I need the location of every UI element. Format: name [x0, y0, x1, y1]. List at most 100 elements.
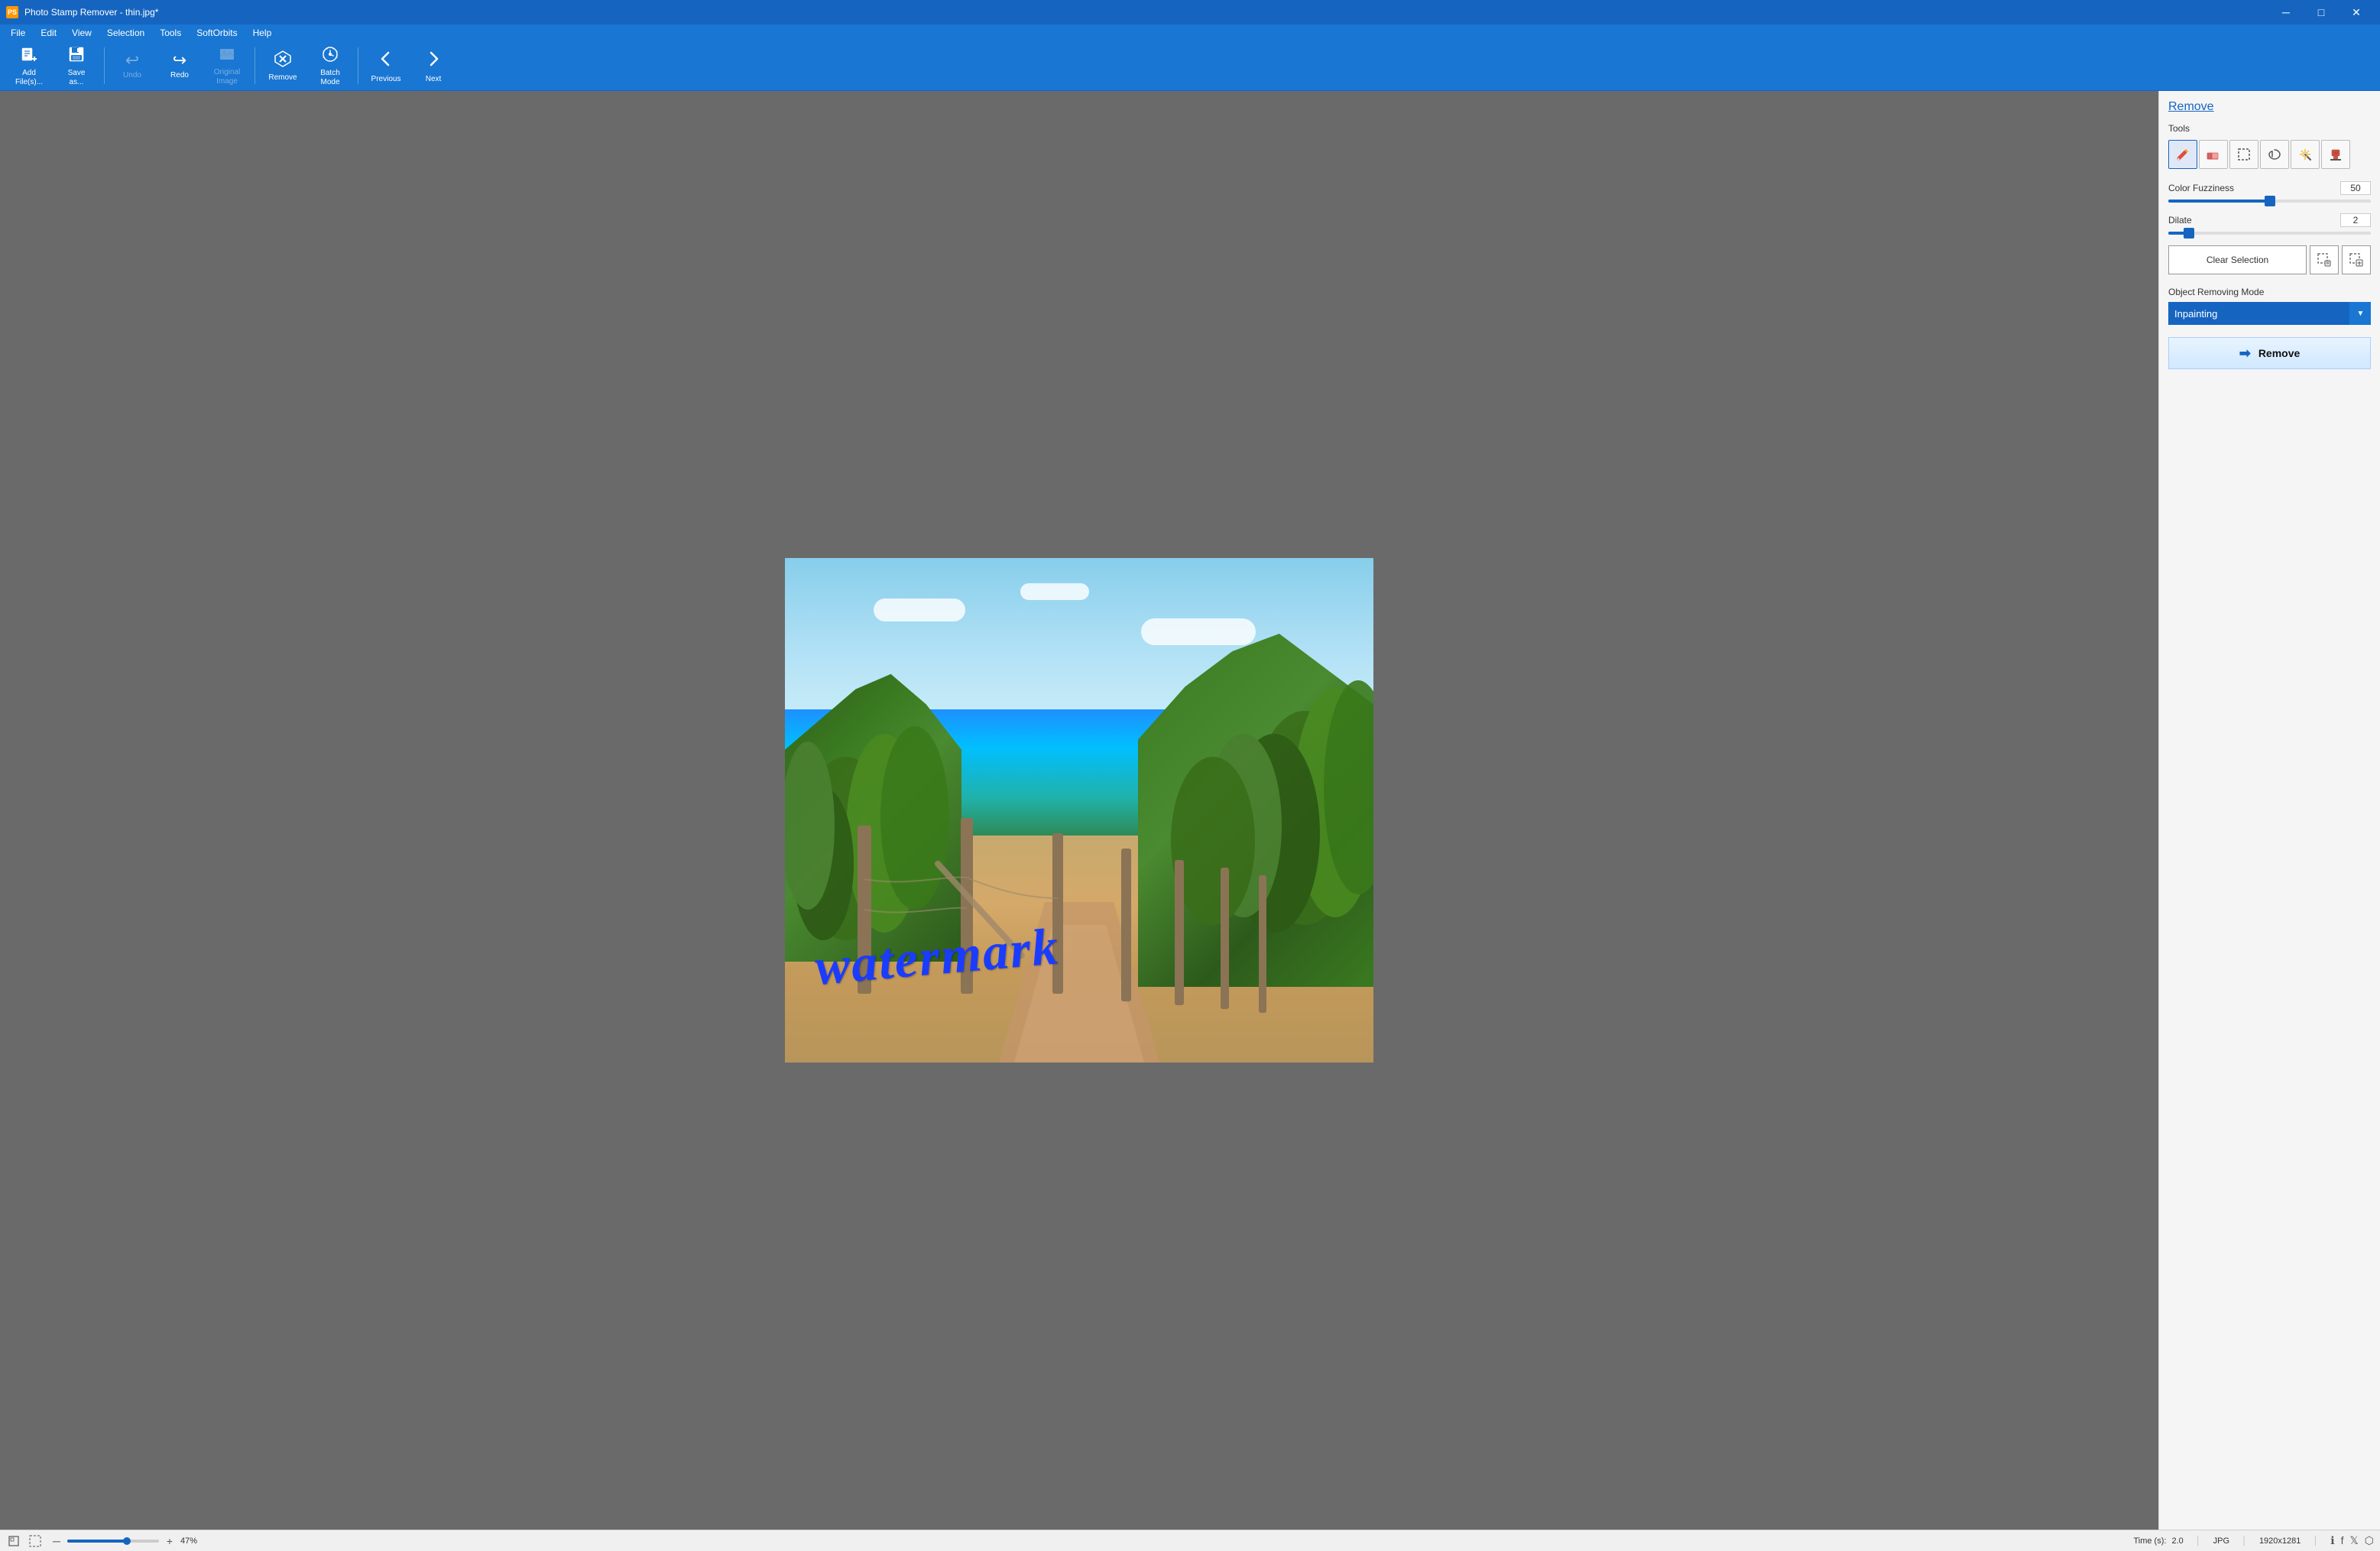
select-load-button[interactable] — [2342, 245, 2371, 274]
menu-item-view[interactable]: View — [64, 26, 99, 40]
status-icons: ℹ f 𝕏 ⬡ — [2330, 1534, 2374, 1547]
status-sep-1: │ — [2196, 1536, 2201, 1546]
close-button[interactable]: ✕ — [2339, 0, 2374, 24]
save-as-icon — [67, 45, 86, 67]
remove-label: Remove — [268, 73, 297, 82]
zoom-out-button[interactable]: ─ — [49, 1533, 64, 1549]
titlebar-controls: ─ □ ✕ — [2268, 0, 2374, 24]
batch-mode-button[interactable]: Batch Mode — [307, 44, 353, 87]
toolbar-sep-1 — [104, 47, 105, 84]
tool-eraser[interactable] — [2199, 140, 2228, 169]
zoom-controls: ─ + 47% — [49, 1533, 203, 1549]
dilate-value: 2 — [2340, 213, 2371, 227]
rect-select-icon — [2236, 147, 2252, 162]
undo-label: Undo — [123, 71, 141, 79]
original-image-button[interactable]: Original Image — [204, 44, 250, 87]
time-label: Time (s): 2.0 — [2133, 1536, 2183, 1546]
zoom-slider-thumb[interactable] — [123, 1537, 131, 1545]
stamp-icon — [2328, 147, 2343, 162]
add-files-button[interactable]: Add File(s)... — [6, 44, 52, 87]
panel-title: Remove — [2168, 100, 2371, 114]
next-label: Next — [426, 75, 442, 83]
minimize-button[interactable]: ─ — [2268, 0, 2304, 24]
dilate-header: Dilate 2 — [2168, 213, 2371, 227]
toolbar: Add File(s)... Save as... ↩ Undo ↪ Redo — [0, 41, 2380, 91]
zoom-in-button[interactable]: + — [162, 1533, 177, 1549]
select-area-icon — [29, 1535, 41, 1547]
menu-item-selection[interactable]: Selection — [99, 26, 152, 40]
fit-page-button[interactable] — [6, 1533, 21, 1549]
lasso-icon — [2267, 147, 2282, 162]
dilate-thumb[interactable] — [2184, 228, 2194, 238]
right-panel: Remove Tools — [2158, 91, 2380, 1530]
zoom-percent: 47% — [180, 1536, 203, 1546]
add-files-label: Add File(s)... — [15, 69, 43, 87]
app-icon-text: PS — [8, 8, 17, 16]
mode-dropdown-container: Inpainting Smart Fill Texture Synthesis … — [2168, 302, 2371, 325]
clear-selection-row: Clear Selection — [2168, 245, 2371, 274]
tool-pencil[interactable] — [2168, 140, 2197, 169]
original-image-icon — [219, 46, 235, 66]
titlebar: PS Photo Stamp Remover - thin.jpg* ─ □ ✕ — [0, 0, 2380, 24]
time-value: 2.0 — [2171, 1536, 2183, 1546]
file-format: JPG — [2213, 1536, 2229, 1546]
maximize-button[interactable]: □ — [2304, 0, 2339, 24]
info-icon[interactable]: ℹ — [2330, 1534, 2334, 1547]
tool-stamp[interactable] — [2321, 140, 2350, 169]
main-content: watermark Remove Tools — [0, 91, 2380, 1530]
select-save-button[interactable] — [2310, 245, 2339, 274]
previous-button[interactable]: Previous — [363, 44, 409, 87]
color-fuzziness-label: Color Fuzziness — [2168, 183, 2234, 193]
remove-arrow-icon: ➡ — [2239, 346, 2251, 362]
color-fuzziness-header: Color Fuzziness 50 — [2168, 181, 2371, 195]
color-fuzziness-section: Color Fuzziness 50 — [2168, 181, 2371, 203]
select-save-icon — [2317, 253, 2331, 267]
undo-button[interactable]: ↩ Undo — [109, 44, 155, 87]
magic-wand-icon — [2297, 147, 2313, 162]
twitter-icon[interactable]: 𝕏 — [2349, 1534, 2358, 1547]
tool-lasso[interactable] — [2260, 140, 2289, 169]
window-title: Photo Stamp Remover - thin.jpg* — [24, 7, 158, 18]
color-fuzziness-track[interactable] — [2168, 200, 2371, 203]
external-link-icon[interactable]: ⬡ — [2365, 1534, 2374, 1547]
canvas-area[interactable]: watermark — [0, 91, 2158, 1530]
mode-dropdown-wrapper: Inpainting Smart Fill Texture Synthesis … — [2168, 302, 2371, 325]
eraser-icon — [2206, 147, 2221, 162]
select-area-button[interactable] — [28, 1533, 43, 1549]
add-files-icon — [20, 45, 38, 67]
save-as-button[interactable]: Save as... — [54, 44, 99, 87]
menu-item-tools[interactable]: Tools — [152, 26, 189, 40]
status-right: Time (s): 2.0 │ JPG │ 1920x1281 │ ℹ f 𝕏 … — [2133, 1534, 2374, 1547]
clear-selection-button[interactable]: Clear Selection — [2168, 245, 2307, 274]
dilate-label: Dilate — [2168, 215, 2192, 226]
redo-button[interactable]: ↪ Redo — [157, 44, 203, 87]
app-icon: PS — [6, 6, 18, 18]
remove-action-button[interactable]: ➡ Remove — [2168, 337, 2371, 369]
color-fuzziness-thumb[interactable] — [2265, 196, 2275, 206]
next-icon — [423, 48, 444, 73]
tools-label: Tools — [2168, 123, 2371, 134]
zoom-slider-track[interactable] — [67, 1540, 159, 1543]
color-fuzziness-value: 50 — [2340, 181, 2371, 195]
menu-item-file[interactable]: File — [3, 26, 33, 40]
pencil-icon — [2175, 147, 2190, 162]
image-container: watermark — [785, 558, 1373, 1063]
facebook-icon[interactable]: f — [2341, 1534, 2344, 1547]
original-image-label: Original Image — [214, 68, 240, 86]
tool-magic-wand[interactable] — [2291, 140, 2320, 169]
menu-item-edit[interactable]: Edit — [33, 26, 64, 40]
remove-action-label: Remove — [2258, 347, 2300, 359]
remove-button[interactable]: Remove — [260, 44, 306, 87]
clear-selection-label: Clear Selection — [2207, 255, 2268, 265]
menu-item-help[interactable]: Help — [245, 26, 280, 40]
color-fuzziness-fill — [2168, 200, 2270, 203]
mode-dropdown[interactable]: Inpainting Smart Fill Texture Synthesis — [2168, 302, 2371, 325]
menu-item-softorbits[interactable]: SoftOrbits — [189, 26, 245, 40]
next-button[interactable]: Next — [410, 44, 456, 87]
statusbar: ─ + 47% Time (s): 2.0 │ JPG │ 1920x1281 … — [0, 1530, 2380, 1551]
tool-rect-select[interactable] — [2229, 140, 2258, 169]
dilate-track[interactable] — [2168, 232, 2371, 235]
dilate-section: Dilate 2 — [2168, 213, 2371, 235]
previous-icon — [375, 48, 397, 73]
save-as-label: Save as... — [68, 69, 86, 87]
